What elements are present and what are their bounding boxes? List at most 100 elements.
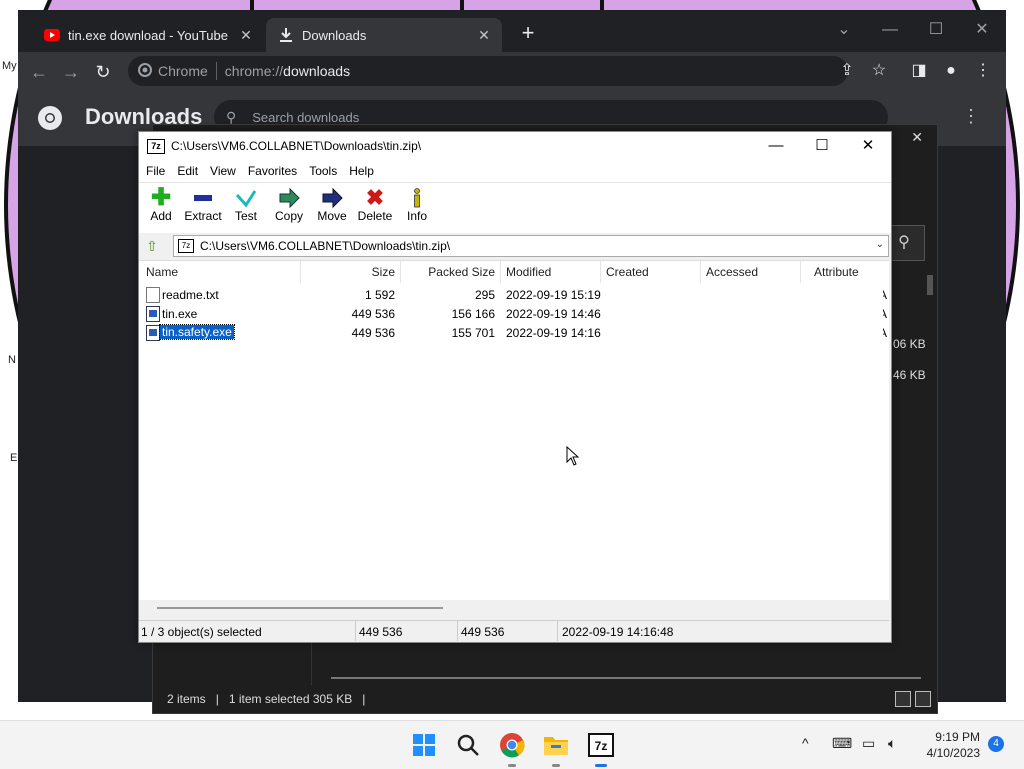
notification-badge[interactable]: 4 bbox=[988, 736, 1004, 752]
keyboard-icon[interactable]: ⌨ bbox=[832, 735, 852, 752]
close-icon[interactable]: ✕ bbox=[845, 132, 891, 160]
maximize-icon[interactable]: ☐ bbox=[799, 132, 845, 160]
menu-view[interactable]: View bbox=[210, 164, 236, 178]
bookmark-star-icon[interactable]: ☆ bbox=[868, 60, 890, 82]
info-icon bbox=[395, 187, 439, 209]
selected-modified: 2022-09-19 14:16:48 bbox=[562, 625, 674, 639]
maximize-icon[interactable]: ☐ bbox=[916, 16, 956, 44]
details-view-icon[interactable] bbox=[895, 691, 911, 707]
copy-arrow-icon bbox=[267, 187, 311, 209]
network-icon[interactable]: ▭ bbox=[862, 735, 875, 752]
youtube-icon bbox=[44, 27, 60, 43]
column-created[interactable]: Created bbox=[606, 265, 649, 279]
horizontal-scrollbar[interactable] bbox=[139, 600, 889, 617]
file-row-selected[interactable]: tin.safety.exe 449 536 155 701 2022-09-1… bbox=[139, 323, 889, 342]
text-file-icon bbox=[146, 287, 160, 303]
path-text: C:\Users\VM6.COLLABNET\Downloads\tin.zip… bbox=[200, 239, 451, 253]
7zip-archive-icon: 7z bbox=[178, 239, 194, 253]
extract-button[interactable]: Extract bbox=[181, 187, 225, 223]
add-button[interactable]: ✚ Add bbox=[139, 184, 183, 224]
reload-icon[interactable]: ↻ bbox=[92, 61, 114, 83]
windows-start-icon[interactable] bbox=[410, 731, 438, 759]
chrome-logo-icon bbox=[36, 104, 64, 132]
column-modified[interactable]: Modified bbox=[506, 265, 551, 279]
7zip-window: 7z C:\Users\VM6.COLLABNET\Downloads\tin.… bbox=[138, 131, 892, 643]
copy-button[interactable]: Copy bbox=[267, 187, 311, 223]
column-attributes[interactable]: Attribute bbox=[814, 265, 859, 279]
file-packed-size: 295 bbox=[474, 288, 495, 302]
tab-close-icon[interactable]: ✕ bbox=[474, 27, 494, 44]
tab-youtube[interactable]: tin.exe download - YouTube ✕ bbox=[32, 18, 264, 52]
menu-bar: File Edit View Favorites Tools Help bbox=[139, 160, 891, 182]
desktop-icon-label[interactable]: E bbox=[10, 452, 17, 464]
check-icon bbox=[224, 187, 268, 209]
folder-up-icon[interactable]: ⇧ bbox=[143, 237, 161, 255]
status-bar: 1 / 3 object(s) selected 449 536 449 536… bbox=[139, 620, 889, 641]
show-hidden-icons-chevron-icon[interactable]: ^ bbox=[802, 735, 809, 751]
column-size[interactable]: Size bbox=[372, 265, 395, 279]
title-bar: 7z C:\Users\VM6.COLLABNET\Downloads\tin.… bbox=[139, 132, 891, 160]
tab-search-chevron-icon[interactable]: ⌄ bbox=[824, 16, 864, 44]
file-row[interactable]: readme.txt 1 592 295 2022-09-19 15:19 A bbox=[139, 285, 889, 304]
back-arrow-icon[interactable]: ← bbox=[28, 61, 50, 83]
column-name[interactable]: Name bbox=[146, 265, 178, 279]
search-placeholder: Search downloads bbox=[252, 109, 360, 125]
clock-date: 4/10/2023 bbox=[926, 746, 980, 760]
scrollbar-thumb[interactable] bbox=[927, 275, 933, 295]
window-title: C:\Users\VM6.COLLABNET\Downloads\tin.zip… bbox=[171, 139, 422, 153]
file-row[interactable]: tin.exe 449 536 156 166 2022-09-19 14:46… bbox=[139, 304, 889, 323]
menu-favorites[interactable]: Favorites bbox=[248, 164, 297, 178]
file-explorer-icon[interactable] bbox=[542, 731, 570, 767]
search-icon[interactable] bbox=[454, 731, 482, 759]
file-attributes: A bbox=[883, 326, 887, 340]
desktop-icon-label[interactable]: N bbox=[8, 354, 16, 366]
chevron-down-icon[interactable]: ⌄ bbox=[876, 239, 884, 250]
selected-size: 449 536 bbox=[359, 625, 403, 639]
column-accessed[interactable]: Accessed bbox=[706, 265, 758, 279]
menu-help[interactable]: Help bbox=[349, 164, 374, 178]
new-tab-plus-icon[interactable]: + bbox=[516, 22, 540, 46]
delete-button[interactable]: ✖ Delete bbox=[353, 187, 397, 224]
path-combobox[interactable]: 7z C:\Users\VM6.COLLABNET\Downloads\tin.… bbox=[173, 235, 889, 257]
tab-close-icon[interactable]: ✕ bbox=[236, 27, 256, 44]
close-window-icon[interactable]: ✕ bbox=[962, 16, 1002, 44]
move-button[interactable]: Move bbox=[310, 187, 354, 223]
scrollbar-thumb[interactable] bbox=[157, 607, 443, 609]
clock[interactable]: 9:19 PM 4/10/2023 bbox=[920, 729, 980, 761]
minus-icon bbox=[181, 187, 225, 209]
horizontal-scrollbar[interactable] bbox=[331, 677, 921, 679]
7zip-toolbar: ✚ Add Extract Test Copy Move ✖ Delete In… bbox=[139, 182, 891, 233]
tab-title: Downloads bbox=[302, 27, 367, 43]
menu-file[interactable]: File bbox=[146, 164, 165, 178]
menu-edit[interactable]: Edit bbox=[177, 164, 198, 178]
menu-tools[interactable]: Tools bbox=[309, 164, 337, 178]
minimize-icon[interactable]: — bbox=[870, 16, 910, 44]
minimize-icon[interactable]: — bbox=[753, 132, 799, 160]
site-chip: Chrome bbox=[158, 63, 208, 79]
file-modified: 2022-09-19 15:19 bbox=[506, 288, 601, 302]
file-packed-size: 156 166 bbox=[451, 307, 495, 321]
info-button[interactable]: Info bbox=[395, 187, 439, 223]
forward-arrow-icon[interactable]: → bbox=[60, 61, 82, 83]
column-packed-size[interactable]: Packed Size bbox=[428, 265, 495, 279]
7zip-icon[interactable]: 7z bbox=[587, 731, 615, 767]
test-button[interactable]: Test bbox=[224, 187, 268, 223]
exe-file-icon bbox=[146, 325, 160, 341]
chrome-icon[interactable] bbox=[498, 731, 526, 767]
share-icon[interactable]: ⇪ bbox=[836, 60, 858, 82]
explorer-status-bar: 2 items | 1 item selected 305 KB | bbox=[153, 685, 937, 713]
large-icons-view-icon[interactable] bbox=[915, 691, 931, 707]
tab-downloads[interactable]: Downloads ✕ bbox=[266, 18, 502, 52]
desktop-icon-label[interactable]: My bbox=[2, 60, 17, 72]
menu-kebab-icon[interactable]: ⋮ bbox=[972, 60, 994, 82]
file-size: 46 KB bbox=[893, 368, 926, 382]
more-actions-icon[interactable]: ⋮ bbox=[962, 106, 980, 127]
side-panel-icon[interactable]: ◨ bbox=[908, 60, 930, 82]
address-bar[interactable]: Chrome chrome:// downloads bbox=[128, 56, 848, 86]
close-icon[interactable]: ✕ bbox=[911, 129, 923, 146]
plus-icon: ✚ bbox=[150, 184, 172, 211]
volume-icon[interactable]: 🔈︎ bbox=[888, 735, 896, 752]
profile-icon[interactable]: ● bbox=[940, 60, 962, 82]
chrome-site-icon bbox=[138, 62, 152, 80]
clock-time: 9:19 PM bbox=[935, 730, 980, 744]
